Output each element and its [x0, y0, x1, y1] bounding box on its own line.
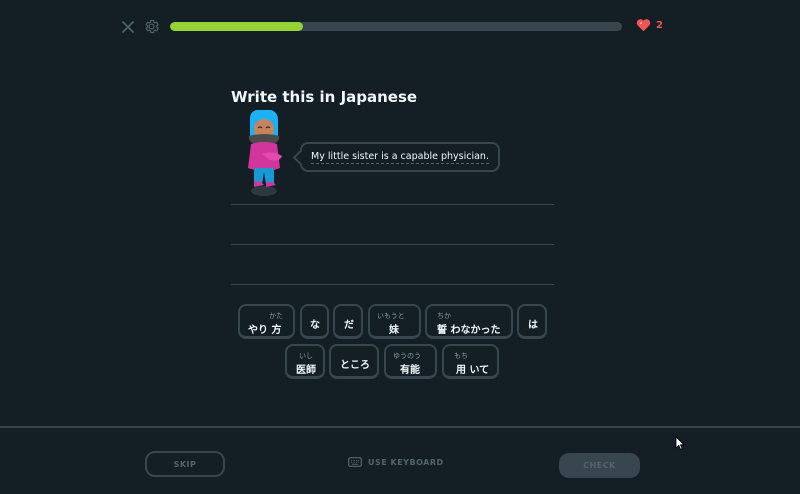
sentence-to-translate[interactable]: My little sister is a capable physician.	[311, 151, 489, 164]
word-tile[interactable]: もち 用 いて	[442, 344, 499, 379]
tile-label: 有能	[400, 365, 420, 376]
word-tile[interactable]: いもうと 妹	[368, 304, 421, 339]
word-tile[interactable]: な	[300, 304, 329, 339]
tile-label: だ	[344, 320, 354, 331]
word-tile[interactable]: ゆうのう 有能	[384, 344, 437, 379]
skip-button[interactable]: SKIP	[145, 451, 225, 477]
answer-line	[231, 204, 554, 205]
tile-label: ところ	[340, 360, 370, 371]
mouse-cursor-icon	[675, 436, 685, 450]
tile-label: 誓 わなかった	[437, 325, 501, 336]
tile-furigana: もち	[454, 352, 468, 360]
lesson-progress-fill	[170, 22, 304, 31]
lesson-progress-bar	[170, 22, 622, 31]
tile-label: な	[310, 320, 320, 331]
hearts-count: 2	[656, 19, 663, 31]
tile-label: 医師	[296, 365, 316, 376]
word-tile[interactable]: かた やり 方	[238, 304, 295, 339]
tile-furigana: いし	[299, 352, 313, 360]
use-keyboard-label: USE KEYBOARD	[368, 457, 444, 467]
tile-label: は	[528, 320, 538, 331]
check-button[interactable]: CHECK	[559, 453, 640, 478]
tile-label: 妹	[389, 325, 399, 336]
speech-bubble: My little sister is a capable physician.	[292, 142, 500, 172]
close-icon	[122, 21, 134, 33]
tile-furigana: ちか	[437, 312, 451, 320]
word-tile[interactable]: ところ	[329, 344, 379, 379]
close-button[interactable]	[120, 19, 136, 35]
speech-bubble-tail	[292, 149, 309, 166]
use-keyboard-button[interactable]: USE KEYBOARD	[348, 457, 444, 467]
tile-label: 用 いて	[456, 365, 490, 376]
hearts-counter[interactable]: 2	[636, 18, 663, 32]
word-tile[interactable]: いし 医師	[285, 344, 325, 379]
tile-furigana: かた	[269, 312, 283, 320]
word-tile[interactable]: は	[517, 304, 547, 339]
tile-label: やり 方	[248, 325, 282, 336]
tile-furigana: ゆうのう	[393, 352, 421, 360]
keyboard-icon	[348, 457, 362, 467]
word-tile[interactable]: ちか 誓 わなかった	[425, 304, 513, 339]
word-tile[interactable]: だ	[333, 304, 363, 339]
challenge-prompt: Write this in Japanese	[231, 88, 418, 106]
gear-icon	[145, 19, 159, 34]
answer-line	[231, 244, 554, 245]
character-illustration	[248, 110, 282, 196]
heart-icon	[636, 19, 651, 32]
tile-furigana: いもうと	[377, 312, 405, 320]
answer-line	[231, 284, 554, 285]
settings-button[interactable]	[143, 18, 160, 35]
